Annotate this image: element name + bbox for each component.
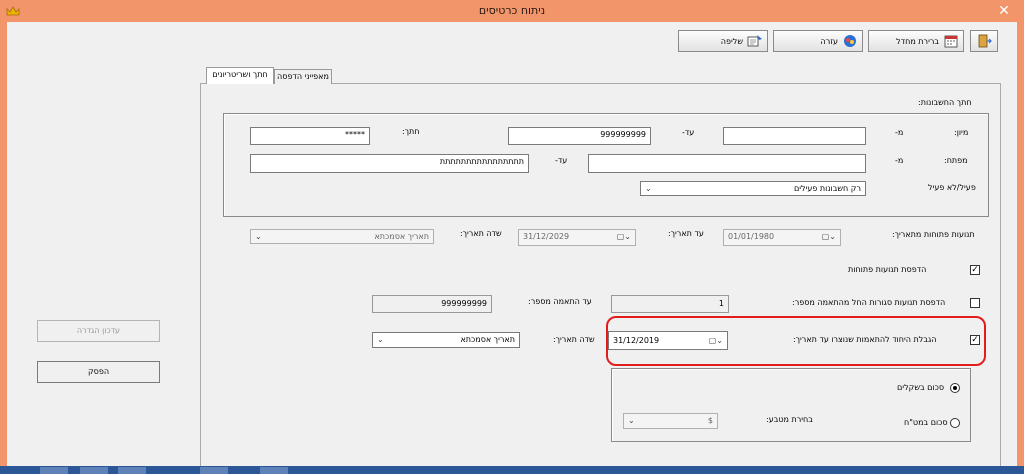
- retrieve-icon: [747, 35, 762, 47]
- sort-from-label: מ-: [895, 128, 904, 137]
- taskbar-item[interactable]: [80, 467, 108, 474]
- retrieve-button-label: שליפה: [720, 36, 743, 46]
- date-picker-icon: ▢⌄: [821, 232, 836, 241]
- window-title: ניתוח כרטיסים: [478, 4, 546, 17]
- date-picker-icon: ▢⌄: [708, 336, 723, 345]
- chevron-down-icon: ⌄: [628, 416, 635, 425]
- sort-label: מיון:: [954, 128, 969, 137]
- calendar-icon: [944, 35, 958, 48]
- cut-label: חתך:: [402, 127, 420, 136]
- sum-foreign-radio[interactable]: [950, 418, 960, 428]
- open-date-field-value: תאריך אסמכתא: [374, 232, 429, 241]
- stop-button[interactable]: הפסק: [37, 361, 160, 383]
- help-icon: [844, 35, 856, 47]
- accounts-section-title: חתך החשבונות:: [918, 98, 972, 107]
- key-to-input[interactable]: תתתתתתתתתתתתתתתת: [250, 154, 529, 173]
- currency-select[interactable]: $ ⌄: [623, 413, 718, 429]
- limit-date-field-value: תאריך אסמכתא: [460, 335, 515, 344]
- chevron-down-icon: ⌄: [255, 232, 262, 241]
- taskbar-item[interactable]: [40, 467, 68, 474]
- taskbar-item[interactable]: [200, 467, 228, 474]
- help-button[interactable]: עזרה: [773, 30, 863, 52]
- exit-door-icon: [978, 34, 992, 48]
- window-frame-left: [0, 22, 7, 474]
- sum-foreign-label: סכום במט"ח: [904, 418, 948, 427]
- window-frame-right: [1017, 22, 1024, 474]
- limit-date-field-label: שדה תאריך:: [553, 335, 595, 344]
- print-open-checkbox[interactable]: ✓: [970, 265, 980, 275]
- update-definition-button[interactable]: עדכון הגדרה: [37, 320, 160, 342]
- active-select-value: רק חשבונות פעילים: [793, 184, 861, 193]
- open-from-date-value: 01/01/1980: [728, 232, 775, 241]
- closed-matches-to-label: עד התאמה מספר:: [528, 297, 592, 306]
- taskbar-item[interactable]: [118, 467, 146, 474]
- closed-matches-checkbox[interactable]: [970, 298, 980, 308]
- sum-shekel-radio[interactable]: [950, 383, 960, 393]
- active-label: פעיל/לא פעיל: [928, 183, 976, 192]
- currency-group-box: [611, 368, 971, 442]
- tab-criteria[interactable]: חתך ושריטריונים: [206, 67, 274, 84]
- closed-matches-from-value: 1: [611, 295, 729, 313]
- sort-from-input[interactable]: [723, 127, 866, 145]
- open-to-date-value: 31/12/2029: [523, 232, 570, 241]
- default-button[interactable]: ברירת מחדל: [868, 30, 964, 52]
- limit-matches-date-input[interactable]: 31/12/2019 ▢⌄: [608, 331, 728, 350]
- limit-date-field-select[interactable]: תאריך אסמכתא ⌄: [372, 332, 520, 348]
- sort-to-label: עד-: [682, 128, 695, 137]
- closed-matches-to-value: 999999999: [372, 295, 492, 313]
- default-button-label: ברירת מחדל: [896, 36, 939, 46]
- open-to-date-input[interactable]: 31/12/2029 ▢⌄: [518, 229, 636, 246]
- limit-matches-label: הגבלת היחוד להתאמות שנוצרו עד תאריך:: [793, 335, 937, 344]
- currency-label: בחירת מטבע:: [766, 415, 813, 424]
- tab-print-properties[interactable]: מאפייני הדפסה: [274, 69, 332, 84]
- key-to-label: עד-: [555, 156, 568, 165]
- open-date-field-label: שדה תאריך:: [460, 229, 502, 238]
- open-from-date-input[interactable]: 01/01/1980 ▢⌄: [723, 229, 841, 246]
- retrieve-button[interactable]: שליפה: [678, 30, 768, 52]
- taskbar-item[interactable]: [260, 467, 288, 474]
- date-picker-icon: ▢⌄: [616, 232, 631, 241]
- key-from-label: מ-: [895, 156, 904, 165]
- active-select[interactable]: רק חשבונות פעילים ⌄: [640, 181, 866, 196]
- exit-button[interactable]: [970, 30, 998, 52]
- close-window-button[interactable]: ✕: [990, 2, 1018, 20]
- chevron-down-icon: ⌄: [377, 335, 384, 344]
- taskbar: [0, 466, 1024, 474]
- limit-matches-checkbox[interactable]: ✓: [970, 335, 980, 345]
- sort-to-input[interactable]: 999999999: [508, 127, 651, 145]
- open-from-date-label: תנועות פתוחות מתאריך:: [892, 230, 975, 239]
- currency-select-value: $: [707, 416, 713, 425]
- chevron-down-icon: ⌄: [645, 184, 652, 193]
- open-date-field-select[interactable]: תאריך אסמכתא ⌄: [250, 229, 434, 244]
- open-to-date-label: עד תאריך:: [668, 229, 704, 238]
- closed-matches-label: הדפסת תנועות סגורות החל מהתאמה מספר:: [792, 298, 946, 307]
- limit-matches-date-value: 31/12/2019: [613, 336, 660, 345]
- print-open-label: הדפסת תנועות פתוחות: [848, 265, 927, 274]
- cut-input[interactable]: *****: [250, 127, 370, 145]
- key-label: מפתח:: [944, 156, 968, 165]
- help-button-label: עזרה: [820, 36, 838, 46]
- key-from-input[interactable]: [588, 154, 866, 173]
- sum-shekel-label: סכום בשקלים: [897, 383, 945, 392]
